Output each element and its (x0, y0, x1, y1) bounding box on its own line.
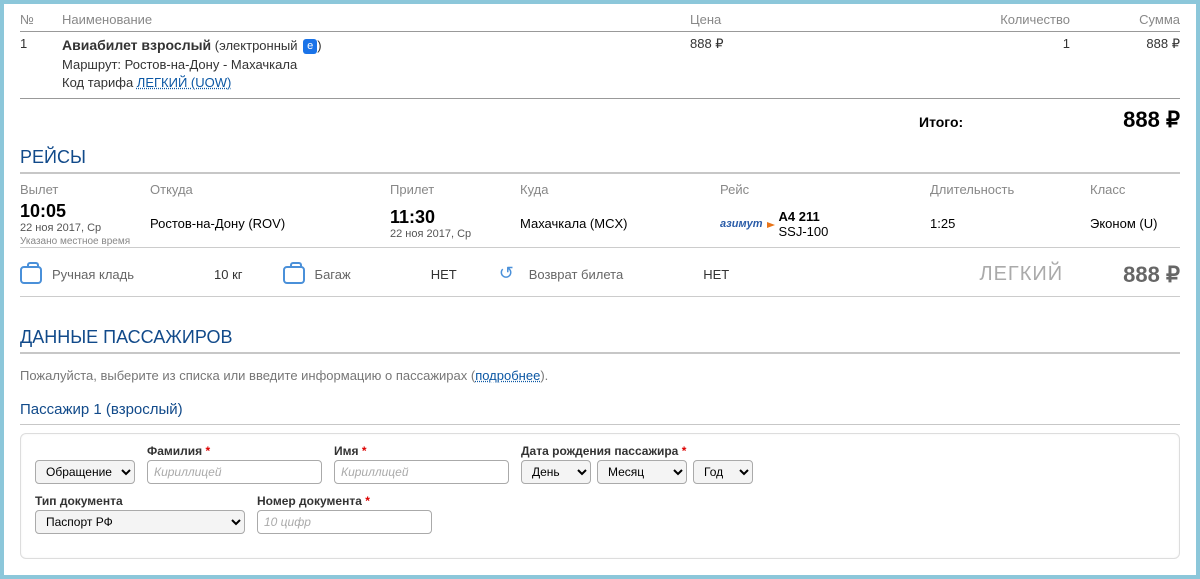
item-qty: 1 (870, 36, 1070, 92)
route-value: Ростов-на-Дону - Махачкала (125, 57, 298, 72)
more-link[interactable]: подробнее (475, 368, 540, 383)
baggage-icon (283, 266, 305, 284)
col-num-header: № (20, 12, 62, 27)
electronic-label: (электронный е) (215, 38, 322, 53)
doctype-select[interactable]: Паспорт РФ (35, 510, 245, 534)
fh-arr: Прилет (390, 182, 520, 197)
baggage-label: Багаж (315, 267, 351, 282)
to-cell: Махачкала (MCX) (520, 216, 720, 231)
salutation-select[interactable]: Обращение (35, 460, 135, 484)
tariff-price: 888 ₽ (1123, 262, 1180, 288)
item-name: Авиабилет взрослый (электронный е) Маршр… (62, 36, 690, 92)
total-row: Итого: 888 ₽ (20, 99, 1180, 147)
fh-dur: Длительность (930, 182, 1090, 197)
doctype-label: Тип документа (35, 494, 245, 508)
passenger-form: Обращение Фамилия * Имя * Дата рождения … (20, 433, 1180, 559)
baggage-value: НЕТ (431, 267, 457, 282)
local-time-note: Указано местное время (20, 236, 150, 247)
items-header: № Наименование Цена Количество Сумма (20, 6, 1180, 32)
hand-luggage-value: 10 кг (214, 267, 243, 282)
name-group: Имя * (334, 444, 509, 484)
arr-time: 11:30 (390, 207, 520, 228)
item-sum: 888 ₽ (1070, 36, 1180, 92)
ticket-title: Авиабилет взрослый (62, 37, 211, 53)
dep-time: 10:05 (20, 201, 150, 222)
fh-flight: Рейс (720, 182, 930, 197)
dob-month-select[interactable]: Месяц (597, 460, 687, 484)
doctype-group: Тип документа Паспорт РФ (35, 494, 245, 534)
fh-dep: Вылет (20, 182, 150, 197)
docnum-label: Номер документа (257, 494, 362, 508)
e-badge-icon: е (303, 39, 317, 54)
flight-row: 10:05 22 ноя 2017, Ср Указано местное вр… (20, 199, 1180, 248)
dob-label: Дата рождения пассажира (521, 444, 678, 458)
surname-input[interactable] (147, 460, 322, 484)
baggage-row: Ручная кладь 10 кг Багаж НЕТ Возврат бил… (20, 248, 1180, 297)
dep-cell: 10:05 22 ноя 2017, Ср Указано местное вр… (20, 201, 150, 247)
booking-page: № Наименование Цена Количество Сумма 1 А… (4, 4, 1196, 575)
passengers-note: Пожалуйста, выберите из списка или введи… (20, 368, 1180, 383)
arr-cell: 11:30 22 ноя 2017, Ср (390, 207, 520, 240)
flights-section-title: РЕЙСЫ (20, 147, 1180, 174)
airline-logo-icon: азимут (720, 218, 773, 230)
from-cell: Ростов-на-Дону (ROV) (150, 216, 390, 231)
fh-from: Откуда (150, 182, 390, 197)
fare-code-link[interactable]: ЛЕГКИЙ (UOW) (137, 75, 232, 90)
docnum-group: Номер документа * (257, 494, 432, 534)
fh-to: Куда (520, 182, 720, 197)
fare-label: Код тарифа (62, 75, 133, 90)
passengers-section-title: ДАННЫЕ ПАССАЖИРОВ (20, 327, 1180, 354)
class-cell: Эконом (U) (1090, 216, 1180, 231)
dob-day-select[interactable]: День (521, 460, 591, 484)
hand-luggage-label: Ручная кладь (52, 267, 134, 282)
item-row: 1 Авиабилет взрослый (электронный е) Мар… (20, 32, 1180, 99)
salutation-group: Обращение (35, 444, 135, 484)
passengers-section: ДАННЫЕ ПАССАЖИРОВ Пожалуйста, выберите и… (20, 327, 1180, 559)
flight-info: A4 211 SSJ-100 (779, 209, 829, 239)
col-name-header: Наименование (62, 12, 690, 27)
refund-icon (497, 266, 519, 284)
dep-date: 22 ноя 2017, Ср (20, 222, 150, 234)
item-num: 1 (20, 36, 62, 92)
total-label: Итого: (919, 114, 963, 130)
arr-date: 22 ноя 2017, Ср (390, 228, 520, 240)
tariff-name: ЛЕГКИЙ (979, 263, 1063, 286)
dob-group: Дата рождения пассажира * День Месяц Год (521, 444, 753, 484)
docnum-input[interactable] (257, 510, 432, 534)
name-label: Имя (334, 444, 359, 458)
col-price-header: Цена (690, 12, 870, 27)
aircraft-type: SSJ-100 (779, 224, 829, 239)
dob-year-select[interactable]: Год (693, 460, 753, 484)
hand-luggage-icon (20, 266, 42, 284)
surname-label: Фамилия (147, 444, 202, 458)
refund-value: НЕТ (703, 267, 729, 282)
route-label: Маршрут: (62, 57, 121, 72)
flight-cell: азимут A4 211 SSJ-100 (720, 209, 930, 239)
surname-group: Фамилия * (147, 444, 322, 484)
col-sum-header: Сумма (1070, 12, 1180, 27)
name-input[interactable] (334, 460, 509, 484)
fh-class: Класс (1090, 182, 1180, 197)
total-value: 888 ₽ (1123, 107, 1180, 133)
flight-number: A4 211 (779, 209, 820, 224)
item-price: 888 ₽ (690, 36, 870, 92)
passenger-1-title: Пассажир 1 (взрослый) (20, 401, 1180, 425)
col-qty-header: Количество (870, 12, 1070, 27)
duration-cell: 1:25 (930, 216, 1090, 231)
refund-label: Возврат билета (529, 267, 624, 282)
flights-header: Вылет Откуда Прилет Куда Рейс Длительнос… (20, 176, 1180, 199)
